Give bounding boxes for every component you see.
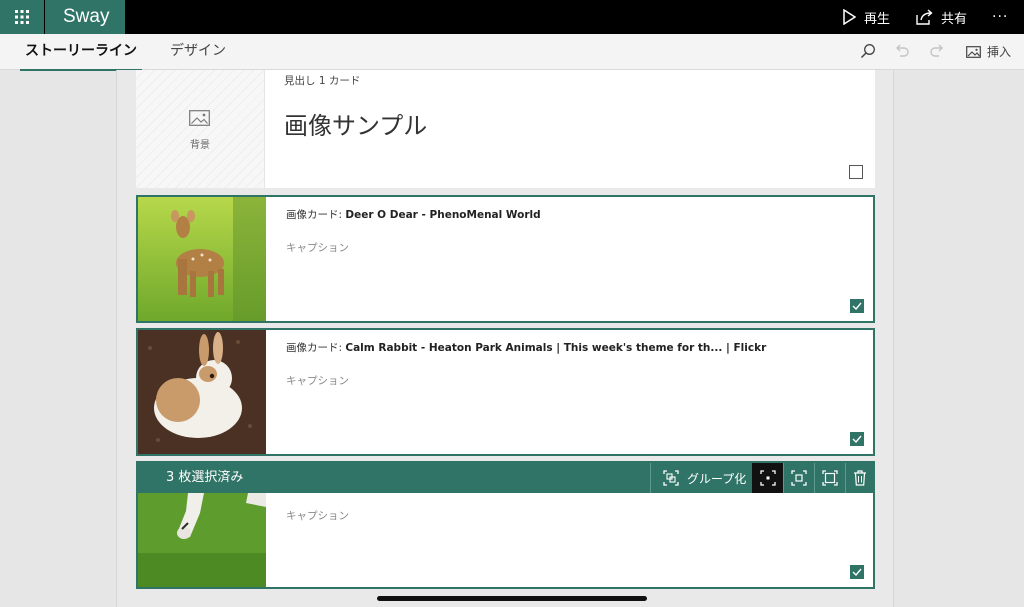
focus-medium-icon	[791, 470, 807, 486]
delete-button[interactable]	[845, 463, 873, 493]
checkmark-icon	[852, 302, 862, 310]
card-title: 画像カード: Deer O Dear - PhenoMenal World	[286, 209, 541, 221]
play-button[interactable]: 再生	[842, 0, 890, 34]
caption-field[interactable]: キャプション	[286, 240, 349, 255]
image-placeholder-icon	[189, 110, 210, 126]
undo-icon[interactable]	[894, 43, 910, 59]
app-name[interactable]: Sway	[45, 0, 125, 34]
waffle-icon	[15, 10, 29, 24]
focus-large-button[interactable]	[814, 463, 845, 493]
card-checkbox[interactable]	[850, 299, 864, 313]
redo-icon[interactable]	[929, 43, 945, 59]
tab-storyline[interactable]: ストーリーライン	[20, 34, 142, 71]
card-type-label: 見出し 1 カード	[284, 75, 361, 87]
caption-field[interactable]: キャプション	[286, 373, 349, 388]
focus-large-icon	[822, 470, 838, 486]
rabbit-image	[138, 330, 266, 454]
group-label: グループ化	[687, 471, 747, 486]
insert-button[interactable]: 挿入	[966, 34, 1011, 69]
background-picker[interactable]: 背景	[136, 70, 265, 188]
share-label: 共有	[941, 11, 968, 27]
play-icon	[843, 9, 856, 25]
play-label: 再生	[864, 11, 891, 27]
share-icon	[916, 9, 933, 25]
caption-field[interactable]: キャプション	[286, 508, 349, 523]
app-launcher-button[interactable]	[0, 0, 44, 34]
home-indicator	[377, 596, 647, 601]
image-card-rabbit[interactable]: 画像カード: Calm Rabbit - Heaton Park Animals…	[136, 328, 875, 456]
share-button[interactable]: 共有	[916, 0, 967, 34]
deer-image	[138, 197, 266, 321]
more-options-icon: ···	[992, 9, 1009, 25]
app-top-bar: Sway 再生 共有 ···	[0, 0, 1024, 34]
selection-toolbar: 3 枚選択済み グループ化	[138, 463, 873, 493]
focus-medium-button[interactable]	[783, 463, 814, 493]
image-icon	[966, 45, 981, 58]
card-checkbox[interactable]	[850, 432, 864, 446]
trash-icon	[853, 470, 866, 486]
card-title: 画像カード: Calm Rabbit - Heaton Park Animals…	[286, 342, 767, 354]
image-card-deer[interactable]: 画像カード: Deer O Dear - PhenoMenal World キャ…	[136, 195, 875, 323]
heading-card[interactable]: 背景 見出し 1 カード 画像サンプル	[136, 70, 875, 188]
group-icon	[663, 470, 679, 486]
goat-image	[138, 493, 266, 587]
heading-title[interactable]: 画像サンプル	[284, 106, 427, 141]
focus-small-icon	[760, 470, 776, 486]
tab-bar: ストーリーライン デザイン 挿入	[0, 34, 1024, 71]
tab-design[interactable]: デザイン	[170, 34, 226, 69]
card-checkbox[interactable]	[850, 565, 864, 579]
checkmark-icon	[852, 568, 862, 576]
group-button[interactable]: グループ化	[650, 463, 758, 493]
multi-selection-card[interactable]: 3 枚選択済み グループ化 キャプション	[136, 461, 875, 589]
search-icon[interactable]	[860, 43, 876, 59]
card-checkbox[interactable]	[849, 165, 863, 179]
insert-label: 挿入	[987, 45, 1012, 59]
more-button[interactable]: ···	[992, 0, 1008, 34]
selection-count: 3 枚選択済み	[166, 470, 244, 485]
background-label: 背景	[190, 140, 210, 151]
focus-small-button[interactable]	[752, 463, 783, 493]
checkmark-icon	[852, 435, 862, 443]
